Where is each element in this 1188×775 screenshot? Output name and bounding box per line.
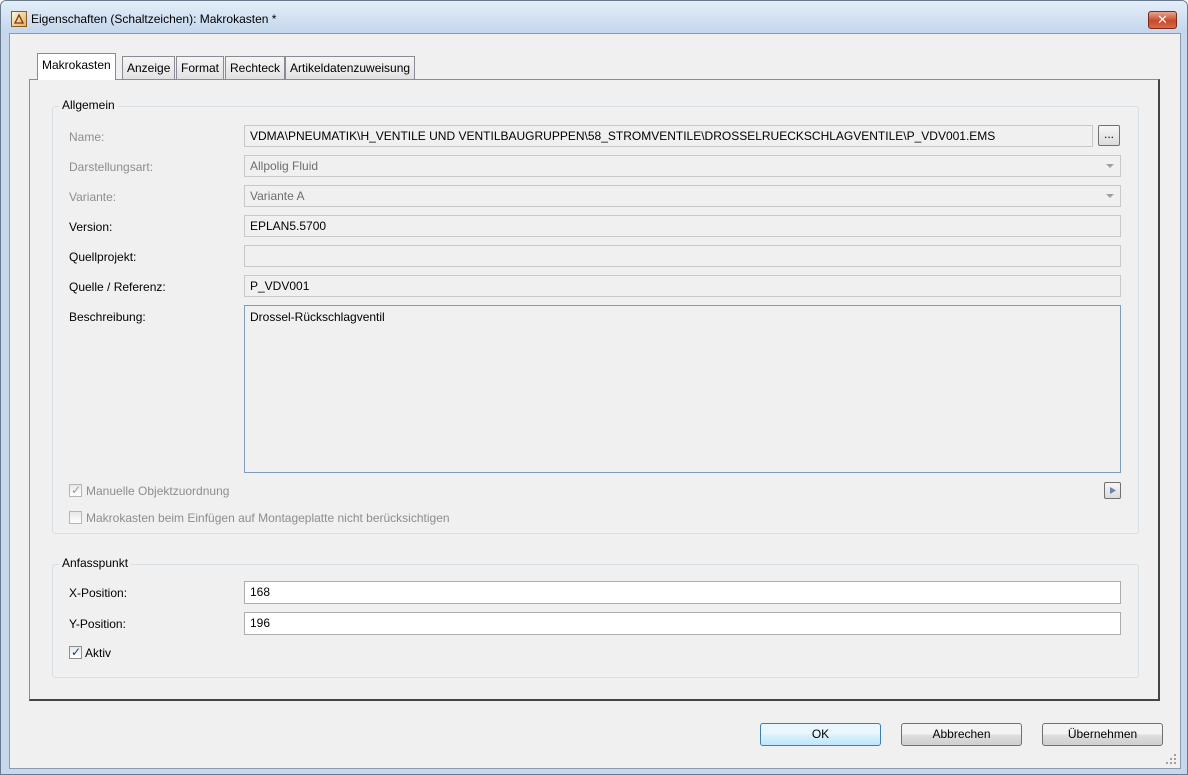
name-field[interactable]: VDMA\PNEUMATIK\H_VENTILE UND VENTILBAUGR… bbox=[244, 125, 1093, 147]
x-position-label: X-Position: bbox=[69, 586, 128, 600]
ok-button[interactable]: OK bbox=[760, 723, 881, 746]
apply-button[interactable]: Übernehmen bbox=[1042, 723, 1163, 746]
darstellungsart-select[interactable]: Allpolig Fluid bbox=[244, 155, 1121, 177]
group-title-anfasspunkt: Anfasspunkt bbox=[59, 556, 132, 570]
play-arrow-icon bbox=[1110, 487, 1116, 494]
y-position-input[interactable]: 196 bbox=[244, 612, 1121, 635]
variante-label: Variante: bbox=[69, 190, 117, 204]
name-label: Name: bbox=[69, 130, 105, 144]
aktiv-label: Aktiv bbox=[85, 646, 112, 660]
manuelle-objektzuordnung-label: Manuelle Objektzuordnung bbox=[86, 484, 230, 498]
tab-anzeige[interactable]: Anzeige bbox=[122, 56, 176, 79]
aktiv-checkbox[interactable]: ✓ bbox=[69, 645, 82, 659]
quelle-referenz-label: Quelle / Referenz: bbox=[69, 280, 166, 294]
close-button[interactable]: ✕ bbox=[1148, 11, 1177, 29]
dialog-window: Eigenschaften (Schaltzeichen): Makrokast… bbox=[0, 0, 1188, 775]
group-title-allgemein: Allgemein bbox=[59, 98, 118, 112]
title-bar[interactable]: Eigenschaften (Schaltzeichen): Makrokast… bbox=[1, 1, 1187, 33]
tab-artikeldatenzuweisung[interactable]: Artikeldatenzuweisung bbox=[285, 56, 416, 79]
name-browse-button[interactable]: ... bbox=[1098, 125, 1120, 146]
resize-grip-icon[interactable] bbox=[1166, 754, 1176, 764]
chevron-down-icon bbox=[1106, 194, 1114, 198]
quellprojekt-label: Quellprojekt: bbox=[69, 250, 137, 264]
tab-format[interactable]: Format bbox=[176, 56, 225, 79]
variante-value: Variante A bbox=[250, 189, 305, 203]
beschreibung-label: Beschreibung: bbox=[69, 310, 146, 324]
darstellungsart-value: Allpolig Fluid bbox=[250, 159, 319, 173]
tab-makrokasten[interactable]: Makrokasten bbox=[37, 53, 116, 80]
makrokasten-einfuegen-checkbox[interactable] bbox=[69, 511, 82, 524]
quellprojekt-field[interactable] bbox=[244, 245, 1121, 267]
variante-select[interactable]: Variante A bbox=[244, 185, 1121, 207]
y-position-label: Y-Position: bbox=[69, 617, 126, 631]
x-position-input[interactable]: 168 bbox=[244, 581, 1121, 604]
dialog-client: Makrokasten Anzeige Format Rechteck Arti… bbox=[9, 33, 1181, 769]
darstellungsart-label: Darstellungsart: bbox=[69, 160, 154, 174]
chevron-down-icon bbox=[1106, 164, 1114, 168]
checkmark-icon: ✓ bbox=[71, 645, 82, 659]
version-field[interactable]: EPLAN5.5700 bbox=[244, 215, 1121, 237]
beschreibung-textarea[interactable]: Drossel-Rückschlagventil bbox=[244, 305, 1121, 473]
manuelle-objektzuordnung-checkbox[interactable]: ✓ bbox=[69, 483, 82, 497]
tab-rechteck[interactable]: Rechteck bbox=[225, 56, 286, 79]
app-icon bbox=[11, 11, 27, 27]
tab-page: Allgemein Name: VDMA\PNEUMATIK\H_VENTILE… bbox=[29, 79, 1160, 701]
play-arrow-button[interactable] bbox=[1104, 482, 1121, 499]
quelle-referenz-field[interactable]: P_VDV001 bbox=[244, 275, 1121, 297]
version-label: Version: bbox=[69, 220, 113, 234]
cancel-button[interactable]: Abbrechen bbox=[901, 723, 1022, 746]
window-title: Eigenschaften (Schaltzeichen): Makrokast… bbox=[31, 12, 277, 26]
makrokasten-einfuegen-label: Makrokasten beim Einfügen auf Montagepla… bbox=[86, 511, 450, 525]
checkmark-icon: ✓ bbox=[71, 483, 82, 497]
